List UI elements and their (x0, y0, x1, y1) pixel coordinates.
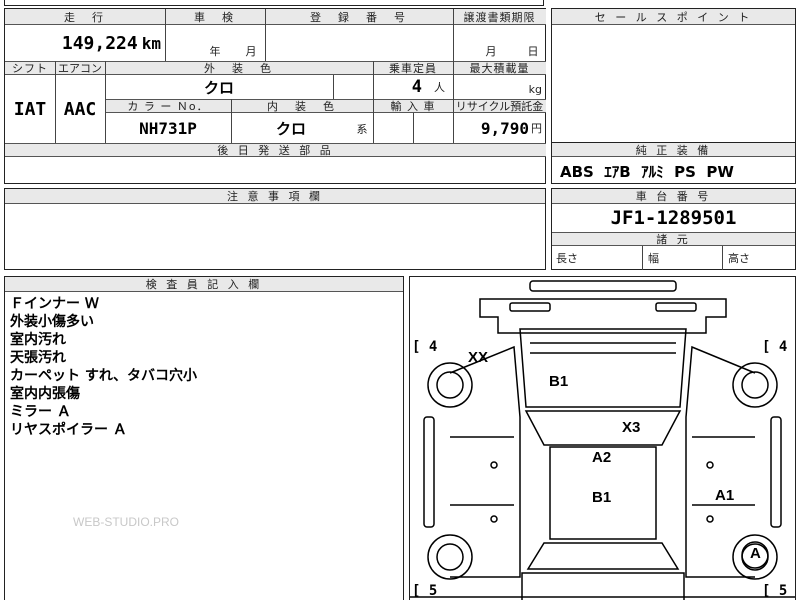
tire-mark-fr: [ 4 (762, 339, 788, 355)
color-no-header: カ ラ ー Ｎo． (105, 99, 231, 113)
inspector-line: 外装小傷多い (10, 314, 94, 330)
interior-color-value: クロ (275, 119, 306, 138)
dim-height: 高さ (728, 252, 750, 265)
mileage-value: 149,224 (61, 32, 138, 54)
inspector-line: カーペット すれ、タバコ穴小 (10, 368, 198, 384)
damage-mark-b1-roof: B1 (592, 489, 612, 506)
tire-mark-rl: [ 5 (412, 583, 438, 599)
transfer-day: 日 (527, 45, 539, 58)
chassis-header: 車 台 番 号 (552, 189, 795, 204)
damage-mark-xx: XX (468, 349, 489, 366)
inspector-header: 検 査 員 記 入 欄 (5, 277, 403, 292)
damage-mark-a2: A2 (592, 449, 612, 466)
mileage-header: 走 行 (5, 9, 165, 25)
transfer-docs-header: 譲渡書類期限 (453, 9, 546, 25)
transfer-month: 月 (485, 45, 497, 58)
damage-mark-a1: A1 (715, 487, 735, 504)
capacity-value: 4 (411, 77, 422, 97)
equipment-header: 純 正 装 備 (552, 143, 795, 157)
damage-mark-x3: X3 (622, 419, 641, 436)
later-parts-header: 後 日 発 送 部 品 (5, 143, 546, 157)
inspector-lines: Ｆインナー Ｗ 外装小傷多い 室内汚れ 天張汚れ カーペット すれ、タバコ穴小 … (10, 295, 197, 439)
recycle-header: リサイクル預託金 (453, 99, 546, 113)
mileage-value-cell: 149,224 km (5, 25, 165, 61)
shift-value: IAT (13, 98, 47, 120)
inspector-line: Ｆインナー Ｗ (10, 296, 99, 312)
interior-color-header: 内 装 色 (231, 99, 373, 113)
aircon-header: エアコン (55, 61, 105, 75)
chassis-number: JF1-1289501 (610, 207, 737, 229)
watermark: WEB-STUDIO.PRO (73, 515, 180, 529)
capacity-value-cell: 4 人 (373, 75, 453, 99)
registration-header: 登 録 番 号 (265, 9, 453, 25)
exterior-color-header: 外 装 色 (105, 61, 373, 75)
recycle-unit: 円 (531, 122, 542, 135)
sales-point-box: セ ー ル ス ポ イ ン ト (551, 8, 796, 144)
shift-header: シフト (5, 61, 55, 75)
inspector-box: 検 査 員 記 入 欄 Ｆインナー Ｗ 外装小傷多い 室内汚れ 天張汚れ カーペ… (4, 276, 404, 600)
aircon-value: AAC (63, 98, 97, 120)
inspector-line: 室内内張傷 (10, 386, 80, 402)
car-outline-diagram (410, 280, 795, 600)
capacity-unit: 人 (434, 81, 445, 94)
recycle-value: 9,790 (480, 118, 529, 138)
inspection-month: 月 (245, 45, 257, 58)
inspector-line: リヤスポイラー Ａ (10, 422, 127, 438)
dims-header: 諸 元 (552, 232, 795, 246)
recycle-value-cell: 9,790 円 (453, 113, 546, 143)
tire-mark-fl: [ 4 (412, 339, 438, 355)
exterior-color-value: クロ (203, 78, 234, 97)
inspector-line: 天張汚れ (10, 350, 66, 366)
notes-box: 注 意 事 項 欄 (4, 188, 546, 270)
capacity-header: 乗車定員 (373, 61, 453, 75)
top-cut-row (4, 0, 544, 6)
tire-mark-rr: [ 5 (762, 583, 788, 599)
damage-mark-b1-hood: B1 (549, 373, 569, 390)
sales-point-header: セ ー ル ス ポ イ ン ト (552, 9, 795, 25)
interior-color-suffix: 系 (356, 123, 368, 136)
inspection-header: 車 検 (165, 9, 265, 25)
max-load-unit: kg (528, 82, 542, 96)
inspector-line: 室内汚れ (10, 332, 66, 348)
inspector-line: ミラー Ａ (10, 404, 71, 420)
inspection-year: 年 (209, 45, 221, 58)
chassis-box: 車 台 番 号 JF1-1289501 諸 元 長さ 幅 高さ (551, 188, 796, 270)
import-header: 輸 入 車 (373, 99, 453, 113)
equipment-box: 純 正 装 備 ABS ｴｱB ｱﾙﾐ PS PW (551, 142, 796, 184)
notes-header: 注 意 事 項 欄 (5, 189, 545, 204)
mileage-unit: km (141, 33, 161, 53)
damage-mark-a-rear: A (750, 545, 761, 562)
vehicle-info-table: 走 行 車 検 登 録 番 号 譲渡書類期限 149,224 km 年 月 月 … (4, 8, 546, 184)
dim-width: 幅 (648, 252, 659, 265)
color-no-value: NH731P (139, 118, 197, 138)
car-diagram-box: [ 4 [ 4 [ 5 [ 5 XX B1 X3 A2 B1 A1 A (409, 276, 796, 600)
max-load-header: 最大積載量 (453, 61, 546, 75)
dim-length: 長さ (556, 252, 578, 265)
equipment-items: ABS ｴｱB ｱﾙﾐ PS PW (560, 162, 734, 181)
